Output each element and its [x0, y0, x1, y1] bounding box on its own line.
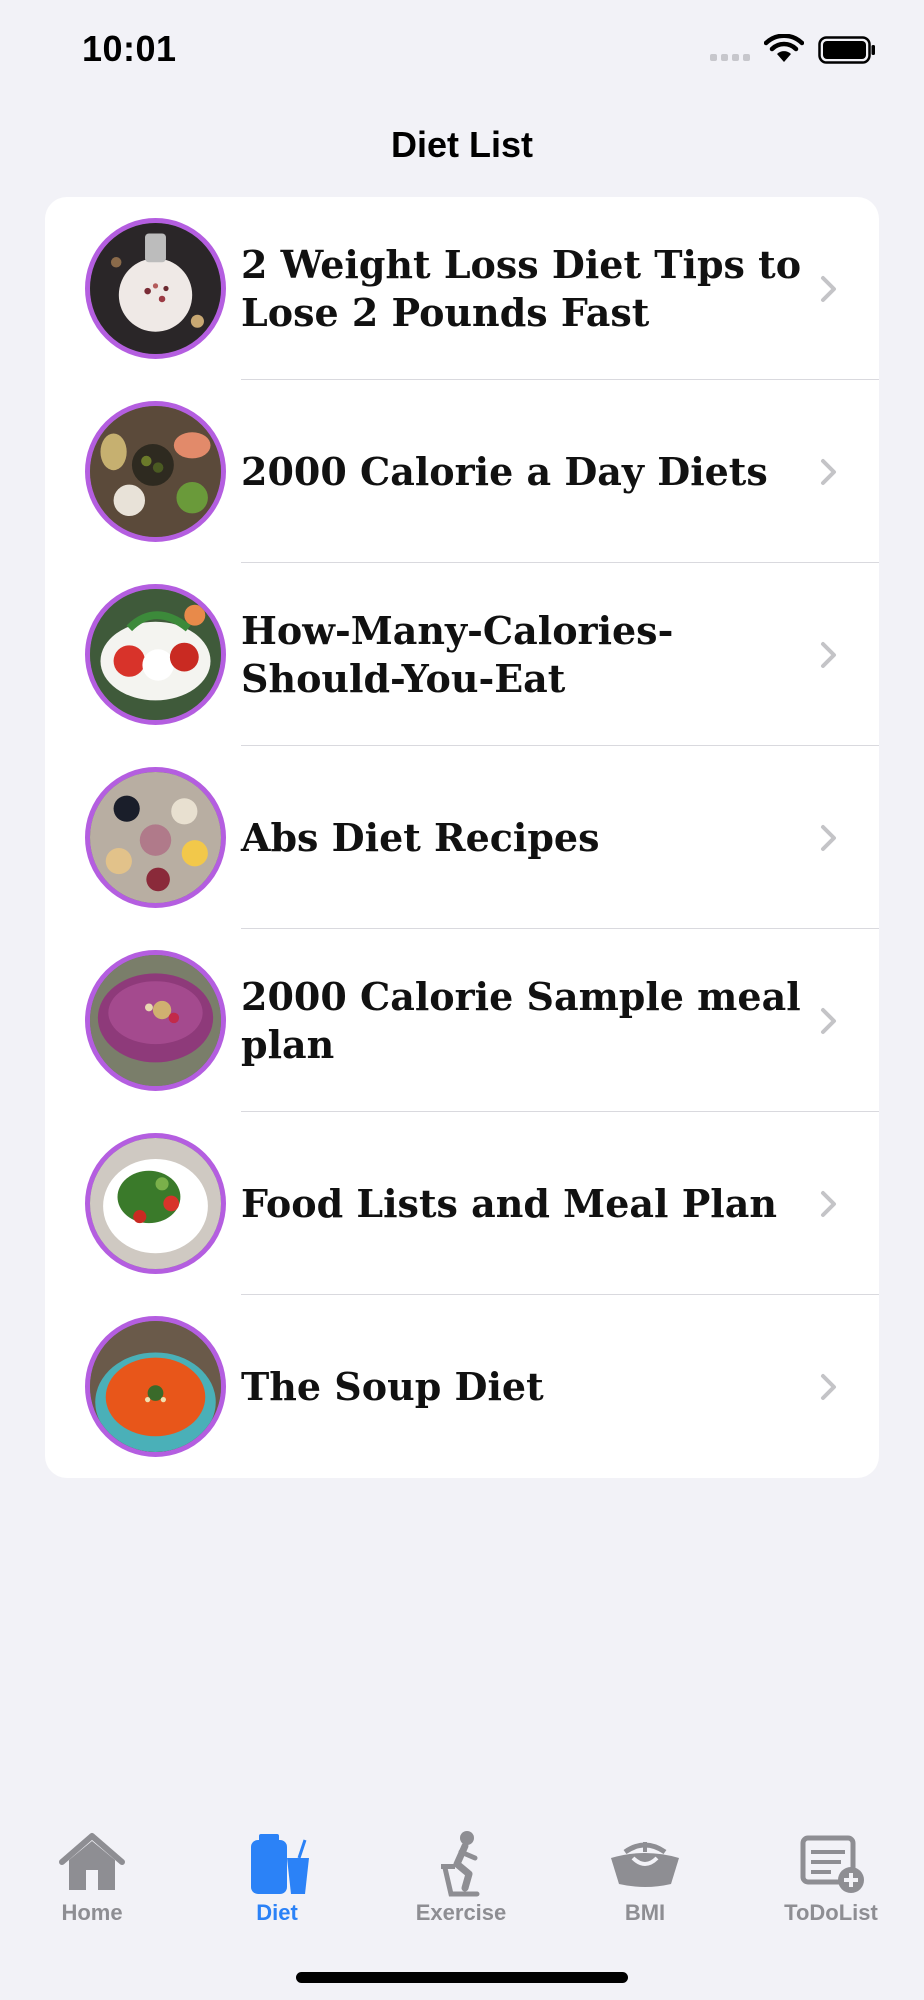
list-item[interactable]: 2000 Calorie Sample meal plan: [45, 929, 879, 1112]
wifi-icon: [764, 34, 804, 62]
tab-label: BMI: [624, 1900, 666, 1925]
scale-icon: [611, 1842, 679, 1887]
house-icon: [59, 1833, 125, 1890]
list-item-title: 2000 Calorie a Day Diets: [241, 448, 768, 494]
battery-icon: [818, 36, 875, 64]
chevron-right-icon: [821, 458, 836, 485]
list-item[interactable]: Abs Diet Recipes: [45, 746, 879, 929]
list-item-title: 2000 Calorie Sample meal plan: [241, 973, 801, 1067]
chevron-right-icon: [821, 1190, 836, 1217]
tab-diet[interactable]: Diet: [212, 1828, 342, 1938]
diet-shake-icon: [251, 1834, 309, 1894]
list-item[interactable]: 2 Weight Loss Diet Tips to Lose 2 Pounds…: [45, 197, 879, 380]
list-item[interactable]: How-Many-Calories-Should-You-Eat: [45, 563, 879, 746]
home-indicator[interactable]: [296, 1972, 628, 1983]
tab-exercise[interactable]: Exercise: [396, 1828, 526, 1938]
green-salad-thumbnail: [85, 1133, 226, 1274]
chevron-right-icon: [821, 1373, 836, 1400]
chevron-right-icon: [821, 275, 836, 302]
list-item[interactable]: The Soup Diet: [45, 1295, 879, 1478]
yogurt-bowl-thumbnail: [85, 218, 226, 359]
caprese-salad-thumbnail: [85, 584, 226, 725]
tab-label: Exercise: [415, 1900, 507, 1925]
list-item-title: Abs Diet Recipes: [241, 814, 600, 860]
status-time: 10:01: [82, 28, 177, 69]
chevron-right-icon: [821, 1007, 836, 1034]
tab-label: Diet: [256, 1900, 298, 1925]
tab-label: Home: [61, 1900, 123, 1925]
list-item[interactable]: Food Lists and Meal Plan: [45, 1112, 879, 1295]
list-add-icon: [800, 1835, 864, 1893]
berry-smoothie-bowl-thumbnail: [85, 950, 226, 1091]
cellular-signal-icon: [710, 54, 750, 61]
tab-todolist[interactable]: ToDoList: [766, 1828, 896, 1938]
platter-thumbnail: [85, 401, 226, 542]
tab-label: ToDoList: [784, 1900, 878, 1925]
chevron-right-icon: [821, 824, 836, 851]
list-item-title: Food Lists and Meal Plan: [241, 1180, 777, 1226]
exercise-bike-icon: [441, 1831, 480, 1897]
list-item-title: How-Many-Calories-Should-You-Eat: [241, 607, 674, 701]
list-item-title: The Soup Diet: [241, 1363, 544, 1409]
diet-list: 2 Weight Loss Diet Tips to Lose 2 Pounds…: [45, 197, 879, 1478]
tab-home[interactable]: Home: [27, 1828, 157, 1938]
status-bar: 10:01: [0, 0, 924, 100]
chevron-right-icon: [821, 641, 836, 668]
tomato-soup-thumbnail: [85, 1316, 226, 1457]
brunch-table-thumbnail: [85, 767, 226, 908]
tab-bmi[interactable]: BMI: [580, 1828, 710, 1938]
list-item[interactable]: 2000 Calorie a Day Diets: [45, 380, 879, 563]
list-item-title: 2 Weight Loss Diet Tips to Lose 2 Pounds…: [241, 241, 802, 335]
page-title: Diet List: [390, 124, 533, 165]
